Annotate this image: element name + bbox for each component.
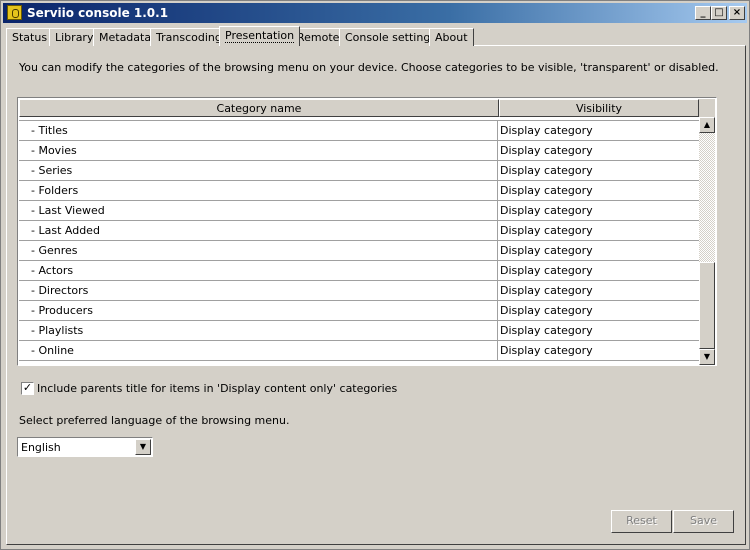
tab-label: Transcoding [156, 31, 222, 44]
tab-metadata[interactable]: Metadata [93, 28, 158, 46]
column-divider [497, 201, 498, 221]
visibility-cell[interactable]: Display category [500, 344, 593, 357]
visibility-cell[interactable]: Display category [500, 244, 593, 257]
table-header: Category name Visibility [19, 99, 699, 117]
tab-transcoding[interactable]: Transcoding [150, 28, 228, 46]
category-name-cell: - Playlists [31, 324, 84, 337]
category-name-cell: - Genres [31, 244, 78, 257]
category-name-cell: - Series [31, 164, 73, 177]
chevron-down-icon[interactable]: ▼ [135, 439, 151, 455]
table-row[interactable]: - Movies Display category [19, 141, 699, 161]
column-divider [497, 321, 498, 341]
tab-label: Library [55, 31, 94, 44]
table-row[interactable]: - Titles Display category [19, 121, 699, 141]
table-row[interactable]: - Online Display category [19, 341, 699, 361]
language-select[interactable]: English ▼ [17, 437, 153, 457]
serviio-console-window: Serviio console 1.0.1 _ □ × Status Libra… [0, 0, 750, 550]
category-name-cell: - Last Added [31, 224, 100, 237]
category-name-cell: - Movies [31, 144, 77, 157]
table-row[interactable]: - Series Display category [19, 161, 699, 181]
visibility-cell[interactable]: Display category [500, 164, 593, 177]
reset-button[interactable]: Reset [611, 510, 672, 533]
visibility-cell[interactable]: Display category [500, 144, 593, 157]
table-row[interactable]: - Producers Display category [19, 301, 699, 321]
column-header-category-name[interactable]: Category name [19, 99, 499, 117]
table-row[interactable]: - Directors Display category [19, 281, 699, 301]
include-parents-label: Include parents title for items in 'Disp… [37, 382, 398, 395]
tab-status[interactable]: Status [6, 28, 54, 46]
tab-label: Console settings [345, 31, 437, 44]
column-divider [497, 241, 498, 261]
category-name-cell: - Directors [31, 284, 89, 297]
column-divider [497, 141, 498, 161]
column-divider [497, 121, 498, 141]
table-header-corner [699, 99, 715, 117]
column-divider [497, 301, 498, 321]
close-button[interactable]: × [729, 6, 745, 20]
categories-table: Category name Visibility - Titles Display… [17, 97, 717, 366]
table-row[interactable]: - Folders Display category [19, 181, 699, 201]
visibility-cell[interactable]: Display category [500, 304, 593, 317]
language-label: Select preferred language of the browsin… [19, 414, 290, 427]
table-vertical-scrollbar[interactable]: ▲ ▼ [699, 117, 715, 365]
column-divider [497, 221, 498, 241]
tab-about[interactable]: About [429, 28, 474, 46]
table-row[interactable]: - Genres Display category [19, 241, 699, 261]
category-name-cell: - Folders [31, 184, 79, 197]
category-name-cell: - Producers [31, 304, 93, 317]
scroll-up-icon[interactable]: ▲ [699, 117, 715, 133]
visibility-cell[interactable]: Display category [500, 124, 593, 137]
window-title: Serviio console 1.0.1 [27, 6, 169, 20]
category-name-cell: - Last Viewed [31, 204, 105, 217]
language-selected-value: English [21, 441, 61, 454]
presentation-description: You can modify the categories of the bro… [19, 61, 719, 74]
scrollbar-thumb[interactable] [699, 262, 715, 349]
category-name-cell: - Titles [31, 124, 68, 137]
tab-presentation[interactable]: Presentation [219, 26, 301, 46]
tab-library[interactable]: Library [49, 28, 100, 46]
tab-label: Metadata [99, 31, 152, 44]
column-header-visibility[interactable]: Visibility [499, 99, 699, 117]
tab-label: Remote [297, 31, 340, 44]
category-name-cell: - Online [31, 344, 74, 357]
table-body: - Titles Display category - Movies Display… [19, 117, 699, 365]
title-bar[interactable]: Serviio console 1.0.1 _ □ × [3, 3, 747, 23]
serviio-logo-icon [7, 5, 22, 20]
table-row[interactable]: - Actors Display category [19, 261, 699, 281]
visibility-cell[interactable]: Display category [500, 284, 593, 297]
column-divider [497, 261, 498, 281]
category-name-cell: - Actors [31, 264, 74, 277]
visibility-cell[interactable]: Display category [500, 184, 593, 197]
tab-console-settings[interactable]: Console settings [339, 28, 443, 46]
column-divider [497, 341, 498, 361]
maximize-button[interactable]: □ [711, 6, 727, 20]
visibility-cell[interactable]: Display category [500, 324, 593, 337]
table-row[interactable]: - Playlists Display category [19, 321, 699, 341]
save-button[interactable]: Save [673, 510, 734, 533]
visibility-cell[interactable]: Display category [500, 264, 593, 277]
tab-label: Status [12, 31, 48, 44]
column-divider [497, 181, 498, 201]
tab-label: Presentation [225, 29, 295, 43]
include-parents-checkbox[interactable]: ✓ [21, 382, 34, 395]
column-divider [497, 161, 498, 181]
table-row[interactable]: - Last Added Display category [19, 221, 699, 241]
tab-label: About [435, 31, 468, 44]
scroll-down-icon[interactable]: ▼ [699, 349, 715, 365]
visibility-cell[interactable]: Display category [500, 224, 593, 237]
minimize-button[interactable]: _ [695, 6, 711, 20]
column-divider [497, 281, 498, 301]
table-row[interactable]: - Last Viewed Display category [19, 201, 699, 221]
visibility-cell[interactable]: Display category [500, 204, 593, 217]
